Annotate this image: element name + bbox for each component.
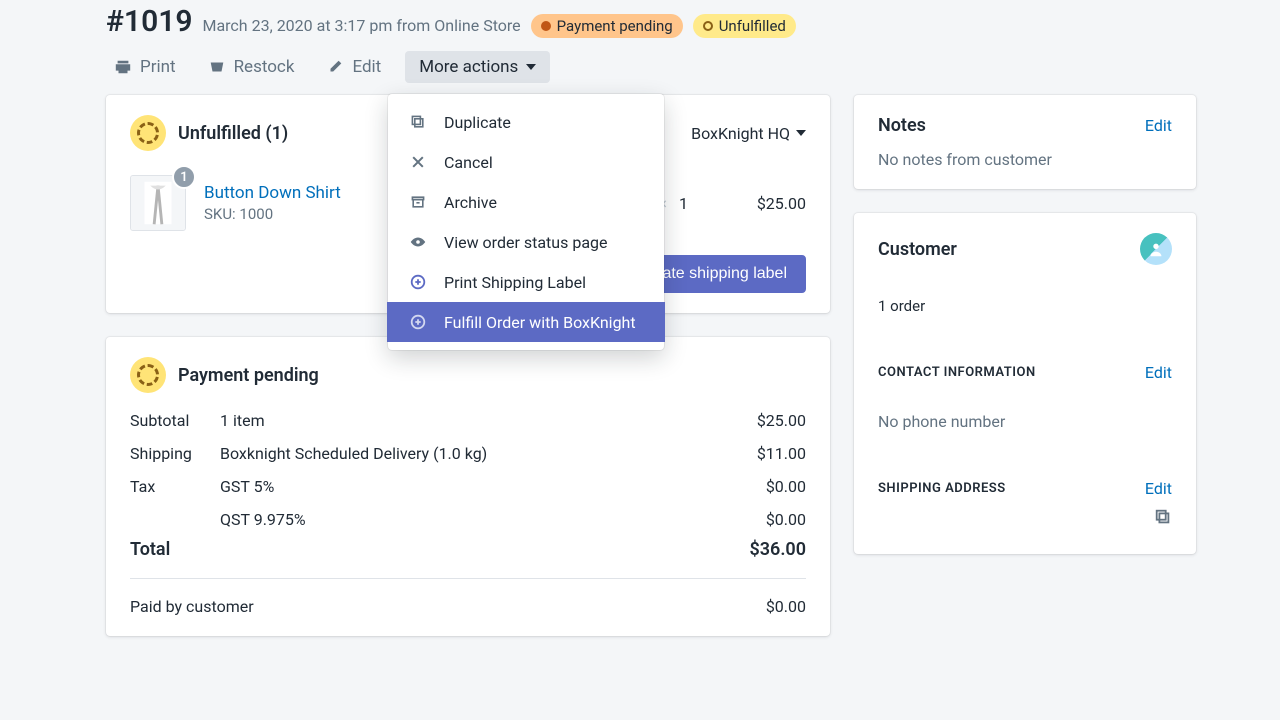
archive-icon bbox=[408, 192, 428, 212]
toolbar-label: Restock bbox=[234, 57, 295, 77]
toolbar-label: Edit bbox=[352, 57, 381, 77]
contact-info-heading: CONTACT INFORMATION bbox=[878, 365, 1036, 380]
chevron-down-icon bbox=[796, 130, 806, 136]
restock-button[interactable]: Restock bbox=[200, 51, 303, 83]
shipping-label: Shipping bbox=[130, 444, 220, 463]
copy-address-button[interactable] bbox=[878, 508, 1172, 526]
paid-by-customer-label: Paid by customer bbox=[130, 597, 686, 616]
more-actions-dropdown: Duplicate Cancel Archive View order stat… bbox=[388, 94, 664, 350]
duplicate-icon bbox=[408, 112, 428, 132]
print-button[interactable]: Print bbox=[106, 51, 184, 83]
shipping-address-heading: SHIPPING ADDRESS bbox=[878, 481, 1006, 496]
chevron-down-icon bbox=[526, 64, 536, 70]
subtotal-label: Subtotal bbox=[130, 411, 220, 430]
order-number: #1019 bbox=[106, 4, 192, 39]
pencil-icon bbox=[326, 58, 344, 76]
total-amount: $36.00 bbox=[686, 539, 806, 560]
more-actions-button[interactable]: More actions bbox=[405, 51, 550, 83]
tax-desc-1: GST 5% bbox=[220, 477, 686, 496]
tax-amount-2: $0.00 bbox=[686, 510, 806, 529]
contact-edit-link[interactable]: Edit bbox=[1145, 363, 1172, 382]
tax-amount-1: $0.00 bbox=[686, 477, 806, 496]
badge-label: Unfulfilled bbox=[719, 17, 786, 35]
no-phone-text: No phone number bbox=[878, 412, 1172, 431]
customer-title: Customer bbox=[878, 239, 957, 260]
dropdown-label: Fulfill Order with BoxKnight bbox=[444, 313, 636, 332]
card-title: Unfulfilled (1) bbox=[178, 123, 288, 144]
payment-card: Payment pending Subtotal 1 item $25.00 S… bbox=[106, 337, 830, 636]
notes-edit-link[interactable]: Edit bbox=[1145, 116, 1172, 135]
dot-icon bbox=[541, 21, 551, 31]
shipping-amount: $11.00 bbox=[686, 444, 806, 463]
dropdown-duplicate[interactable]: Duplicate bbox=[388, 102, 664, 142]
total-label: Total bbox=[130, 539, 220, 560]
dropdown-label: Print Shipping Label bbox=[444, 273, 586, 292]
restock-icon bbox=[208, 58, 226, 76]
location-selector[interactable]: BoxKnight HQ bbox=[691, 124, 806, 143]
dropdown-print-label[interactable]: Print Shipping Label bbox=[388, 262, 664, 302]
toolbar-label: More actions bbox=[419, 57, 518, 77]
line-qty: 1 bbox=[679, 194, 688, 213]
paid-by-customer-amount: $0.00 bbox=[686, 597, 806, 616]
qty-badge: 1 bbox=[172, 165, 196, 189]
badge-label: Payment pending bbox=[557, 17, 673, 35]
card-title: Payment pending bbox=[178, 365, 319, 386]
subtotal-desc: 1 item bbox=[220, 411, 686, 430]
boxknight-icon bbox=[408, 312, 428, 332]
payment-pending-status-icon bbox=[130, 357, 166, 393]
line-total: $25.00 bbox=[706, 194, 806, 213]
dropdown-label: Duplicate bbox=[444, 113, 511, 132]
dropdown-label: Archive bbox=[444, 193, 497, 212]
subtotal-amount: $25.00 bbox=[686, 411, 806, 430]
customer-avatar[interactable] bbox=[1140, 233, 1172, 265]
dropdown-view-status[interactable]: View order status page bbox=[388, 222, 664, 262]
fulfillment-status-badge: Unfulfilled bbox=[693, 14, 796, 38]
print-icon bbox=[114, 58, 132, 76]
dropdown-archive[interactable]: Archive bbox=[388, 182, 664, 222]
tax-label: Tax bbox=[130, 477, 220, 496]
tax-desc-2: QST 9.975% bbox=[220, 510, 686, 529]
customer-orders-count: 1 order bbox=[878, 297, 1172, 315]
unfulfilled-status-icon bbox=[130, 115, 166, 151]
dropdown-cancel[interactable]: Cancel bbox=[388, 142, 664, 182]
close-icon bbox=[408, 152, 428, 172]
payment-status-badge: Payment pending bbox=[531, 14, 683, 38]
customer-card: Customer 1 order CONTACT INFORMATION Edi… bbox=[854, 213, 1196, 554]
dot-icon bbox=[703, 21, 713, 31]
toolbar-label: Print bbox=[140, 57, 176, 77]
eye-icon bbox=[408, 232, 428, 252]
location-label: BoxKnight HQ bbox=[691, 124, 790, 143]
order-meta: March 23, 2020 at 3:17 pm from Online St… bbox=[202, 16, 520, 35]
boxknight-icon bbox=[408, 272, 428, 292]
shipping-desc: Boxknight Scheduled Delivery (1.0 kg) bbox=[220, 444, 686, 463]
edit-button[interactable]: Edit bbox=[318, 51, 389, 83]
notes-title: Notes bbox=[878, 115, 926, 136]
dropdown-label: View order status page bbox=[444, 233, 607, 252]
dropdown-fulfill-boxknight[interactable]: Fulfill Order with BoxKnight bbox=[387, 302, 665, 342]
shipping-edit-link[interactable]: Edit bbox=[1145, 479, 1172, 498]
dropdown-label: Cancel bbox=[444, 153, 493, 172]
notes-empty-text: No notes from customer bbox=[878, 150, 1172, 169]
notes-card: Notes Edit No notes from customer bbox=[854, 95, 1196, 189]
